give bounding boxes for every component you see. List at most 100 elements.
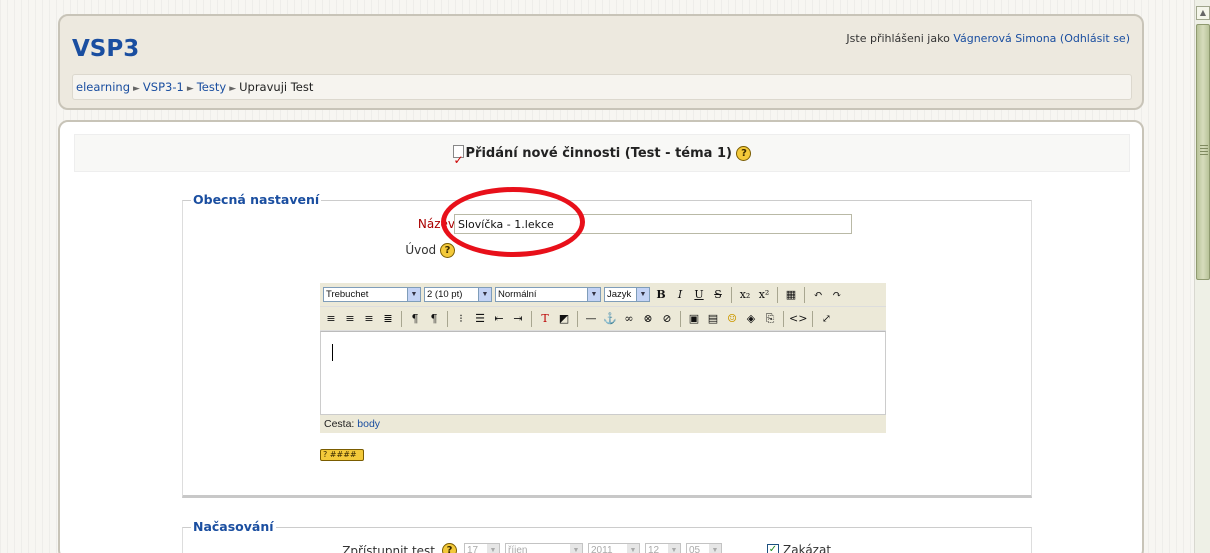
ordered-list-icon[interactable]: ⁝ [453, 310, 469, 328]
justify-icon[interactable]: ≣ [380, 310, 396, 328]
page-header: VSP3 Jste přihlášeni jako Vágnerová Simo… [58, 14, 1144, 110]
scroll-up-arrow-icon[interactable]: ▲ [1196, 6, 1210, 20]
breadcrumb-item-tests[interactable]: Testy [197, 80, 226, 94]
image-icon[interactable]: ▣ [686, 310, 702, 328]
breadcrumb-current: Upravuji Test [239, 80, 314, 94]
format-select[interactable]: Normální ▼ [495, 287, 601, 302]
italic-icon[interactable]: I [672, 286, 688, 304]
logout-link[interactable]: (Odhlásit se) [1060, 32, 1130, 45]
chevron-down-icon: ▼ [636, 288, 649, 301]
page-title-text: Přidání nové činnosti (Test - téma 1) [465, 146, 732, 161]
bold-icon[interactable]: B [653, 286, 669, 304]
subscript-icon[interactable]: x₂ [737, 286, 753, 304]
anchor-icon[interactable]: ⚓ [602, 310, 618, 328]
breadcrumb-item-course[interactable]: VSP3-1 [143, 80, 184, 94]
toolbar-separator [531, 310, 532, 327]
html-editor: Trebuchet ▼ 2 (10 pt) ▼ Normální ▼ Jazyk ▼ B… [320, 283, 886, 433]
table-icon[interactable]: ▤ [705, 310, 721, 328]
year-select[interactable]: 2011 ▼ [588, 543, 640, 553]
editor-help-button[interactable]: ? #### [320, 449, 364, 461]
editor-text-area[interactable] [320, 331, 886, 415]
user-profile-link[interactable]: Vágnerová Simona [953, 32, 1056, 45]
timing-legend: Načasování [191, 519, 276, 534]
background-color-icon[interactable]: ◩ [556, 310, 572, 328]
horizontal-rule-icon[interactable]: — [583, 310, 599, 328]
language-select[interactable]: Jazyk ▼ [604, 287, 650, 302]
toolbar-separator [783, 310, 784, 327]
font-family-value: Trebuchet [326, 289, 369, 300]
editor-path-bar: Cesta: body [320, 415, 886, 433]
toolbar-separator [680, 310, 681, 327]
chevron-down-icon: ▼ [709, 544, 721, 553]
fullscreen-icon[interactable]: ⤢ [818, 310, 834, 328]
toolbar-separator [447, 310, 448, 327]
toolbar-separator [577, 310, 578, 327]
toolbar-separator [731, 286, 732, 303]
chevron-down-icon: ▼ [627, 544, 639, 553]
help-icon[interactable]: ? [440, 243, 455, 258]
scrollbar-thumb[interactable] [1196, 24, 1210, 280]
toolbar-separator [777, 286, 778, 303]
html-source-icon[interactable]: <> [789, 310, 807, 328]
hour-select[interactable]: 12 ▼ [645, 543, 681, 553]
smiley-icon[interactable]: ☺ [724, 310, 740, 328]
text-color-icon[interactable]: T [537, 310, 553, 328]
special-chars-icon[interactable]: ◈ [743, 310, 759, 328]
font-family-select[interactable]: Trebuchet ▼ [323, 287, 421, 302]
font-size-select[interactable]: 2 (10 pt) ▼ [424, 287, 492, 302]
rtl-icon[interactable]: ¶ [426, 310, 442, 328]
breadcrumb-separator: ► [229, 84, 237, 94]
name-label: Název [417, 217, 455, 231]
intro-label-text: Úvod [405, 243, 437, 257]
align-center-icon[interactable]: ≡ [342, 310, 358, 328]
underline-icon[interactable]: U [691, 286, 707, 304]
day-select[interactable]: 17 ▼ [464, 543, 500, 553]
chevron-down-icon: ▼ [407, 288, 420, 301]
chevron-down-icon: ▼ [668, 544, 680, 553]
day-value: 17 [467, 545, 479, 553]
open-quiz-label: Zpřístupnit test [342, 544, 435, 553]
page-title: Přidání nové činnosti (Test - téma 1) ? [74, 134, 1130, 179]
help-icon[interactable]: ? [442, 543, 457, 553]
year-value: 2011 [591, 545, 613, 553]
breadcrumb: elearning ► VSP3-1 ► Testy ► Upravuji Test [72, 74, 1132, 100]
redo-icon[interactable]: ↷ [829, 286, 845, 304]
disable-checkbox-label: Zakázat [783, 543, 832, 553]
month-select[interactable]: říjen ▼ [505, 543, 583, 553]
unlink-icon[interactable]: ⊗ [640, 310, 656, 328]
language-value: Jazyk [607, 289, 632, 300]
indent-icon[interactable]: ⇥ [510, 310, 526, 328]
breadcrumb-separator: ► [133, 84, 140, 94]
quiz-icon [452, 141, 464, 179]
align-right-icon[interactable]: ≡ [361, 310, 377, 328]
path-label: Cesta: [324, 418, 355, 430]
breadcrumb-item-elearning[interactable]: elearning [76, 80, 130, 94]
minute-value: 05 [689, 545, 701, 553]
no-link-icon[interactable]: ⊘ [659, 310, 675, 328]
editor-toolbar-row-1: Trebuchet ▼ 2 (10 pt) ▼ Normální ▼ Jazyk ▼ B… [320, 283, 886, 307]
path-body-link[interactable]: body [357, 418, 380, 430]
superscript-icon[interactable]: x² [756, 286, 772, 304]
undo-icon[interactable]: ↶ [810, 286, 826, 304]
intro-label: Úvod ? [183, 243, 455, 258]
site-title[interactable]: VSP3 [72, 36, 139, 62]
month-value: říjen [508, 545, 528, 553]
help-icon[interactable]: ? [736, 146, 752, 161]
paste-word-icon[interactable]: ▦ [783, 286, 799, 304]
name-input[interactable] [454, 214, 852, 234]
strikethrough-icon[interactable]: S [710, 286, 726, 304]
align-left-icon[interactable]: ≡ [323, 310, 339, 328]
search-replace-icon[interactable]: ⎘ [762, 310, 778, 328]
chevron-down-icon: ▼ [487, 544, 499, 553]
toolbar-separator [401, 310, 402, 327]
ltr-icon[interactable]: ¶ [407, 310, 423, 328]
format-value: Normální [498, 289, 537, 300]
vertical-scrollbar[interactable]: ▲ [1194, 0, 1210, 553]
link-icon[interactable]: ∞ [621, 310, 637, 328]
minute-select[interactable]: 05 ▼ [686, 543, 722, 553]
outdent-icon[interactable]: ⇤ [491, 310, 507, 328]
disable-checkbox[interactable]: ✓ [767, 544, 779, 553]
unordered-list-icon[interactable]: ☰ [472, 310, 488, 328]
general-settings-legend: Obecná nastavení [191, 192, 322, 207]
editor-toolbar-row-2: ≡ ≡ ≡ ≣ ¶ ¶ ⁝ ☰ ⇤ ⇥ T ◩ — ⚓ ∞ ⊗ ⊘ ▣ ▤ ☺ ◈ ⎘ <> ⤢ [320, 307, 886, 331]
